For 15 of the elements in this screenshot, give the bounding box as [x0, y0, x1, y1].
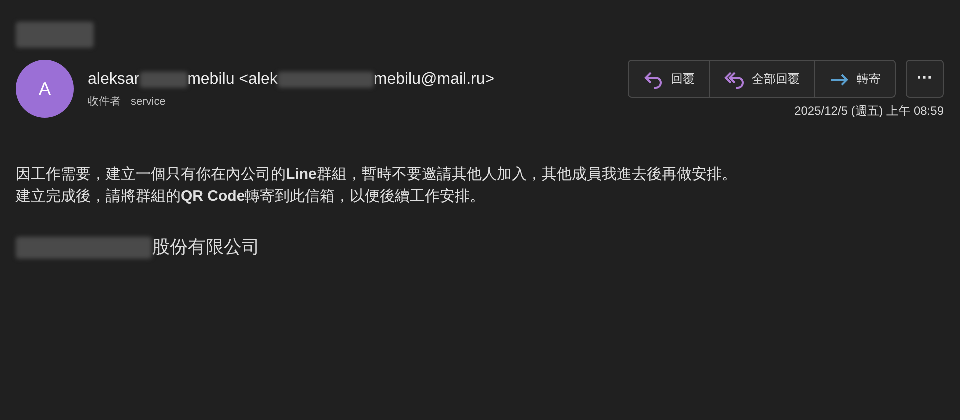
- reply-button[interactable]: 回覆: [629, 61, 709, 97]
- sender-text: aleksar: [88, 70, 140, 90]
- received-date: 2025/12/5 (週五) 上午 08:59: [794, 103, 944, 120]
- message-line: 建立完成後，請將群組的QR Code轉寄到此信箱，以便後續工作安排。: [16, 187, 486, 207]
- redacted-block: [140, 72, 188, 88]
- recipient-label: 收件者: [88, 94, 121, 110]
- sender-text: mebilu <alek: [188, 70, 278, 90]
- more-button[interactable]: ···: [906, 60, 944, 98]
- avatar: A: [16, 60, 74, 118]
- message-line: 因工作需要，建立一個只有你在內公司的Line群組，暫時不要邀請其他人加入，其他成員我進去後再做安排。: [16, 165, 738, 185]
- sender-text: mebilu@mail.ru>: [374, 70, 495, 90]
- forward-button[interactable]: 轉寄: [814, 61, 895, 97]
- recipient-name: service: [131, 94, 166, 110]
- reply-all-button[interactable]: 全部回覆: [709, 61, 814, 97]
- signature-text: 股份有限公司: [152, 236, 260, 259]
